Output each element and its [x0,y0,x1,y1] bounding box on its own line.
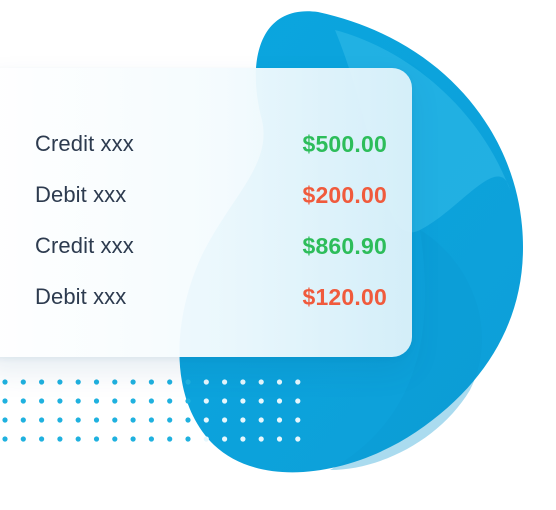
dot [57,379,63,385]
dot [75,436,81,442]
dot [57,417,63,423]
dot [130,417,136,423]
dot [167,417,173,423]
dot [167,398,173,404]
transaction-label: Credit xxx [35,131,134,156]
dot [222,436,228,442]
dot [112,417,118,423]
dot [295,417,301,423]
dot [2,379,8,385]
transaction-label: Debit xxx [35,284,127,309]
dot [185,417,191,423]
dot [2,398,8,404]
dot [148,398,154,404]
dot [93,398,100,404]
transaction-row: Debit xxx $200.00 [35,171,387,222]
dot [295,436,301,442]
transaction-row: Debit xxx $120.00 [35,273,387,324]
dot [240,417,246,423]
dot [203,398,209,404]
dot [2,436,8,442]
dot [75,379,81,385]
transaction-amount: $860.90 [302,233,387,259]
dot [75,417,81,423]
dot [222,417,228,423]
dot [276,417,283,423]
dot [130,379,136,385]
dot [276,379,283,385]
dot [57,436,63,442]
transaction-row: Credit xxx $500.00 [35,120,387,171]
dot [185,379,191,385]
dot [148,436,154,442]
dot [20,398,26,404]
transaction-row: Credit xxx $860.90 [35,222,387,273]
dot [20,436,26,442]
dot [130,398,136,404]
dot [112,398,118,404]
transaction-amount: $120.00 [302,284,387,310]
dot [20,417,26,423]
dot [75,398,81,404]
dot [203,417,209,423]
dot [295,398,301,404]
dot [295,379,301,385]
dot [167,436,173,442]
dot [148,417,154,423]
dot [258,436,264,442]
dot [93,417,100,423]
dot [39,417,45,423]
dot [203,436,209,442]
dot [112,436,118,442]
dot [258,398,264,404]
transaction-label: Credit xxx [35,233,134,258]
transaction-amount: $500.00 [302,131,387,157]
dot [222,379,228,385]
dot [39,436,45,442]
dot [2,417,8,423]
dot [185,436,191,442]
transaction-label: Debit xxx [35,182,127,207]
dot [203,379,209,385]
dot [39,398,45,404]
dot [276,398,283,404]
dot [20,379,26,385]
dot [148,379,154,385]
dot [276,436,283,442]
dot [112,379,118,385]
dot [39,379,45,385]
dot [93,379,100,385]
dot [240,379,246,385]
dot [93,436,100,442]
dot [57,398,63,404]
transactions-list: Credit xxx $500.00 Debit xxx $200.00 Cre… [35,120,387,324]
dot [185,398,191,404]
dot [258,379,264,385]
transaction-amount: $200.00 [302,182,387,208]
dot [167,379,173,385]
dot [222,398,228,404]
dot [258,417,264,423]
dot [130,436,136,442]
dot [240,398,246,404]
dot [240,436,246,442]
